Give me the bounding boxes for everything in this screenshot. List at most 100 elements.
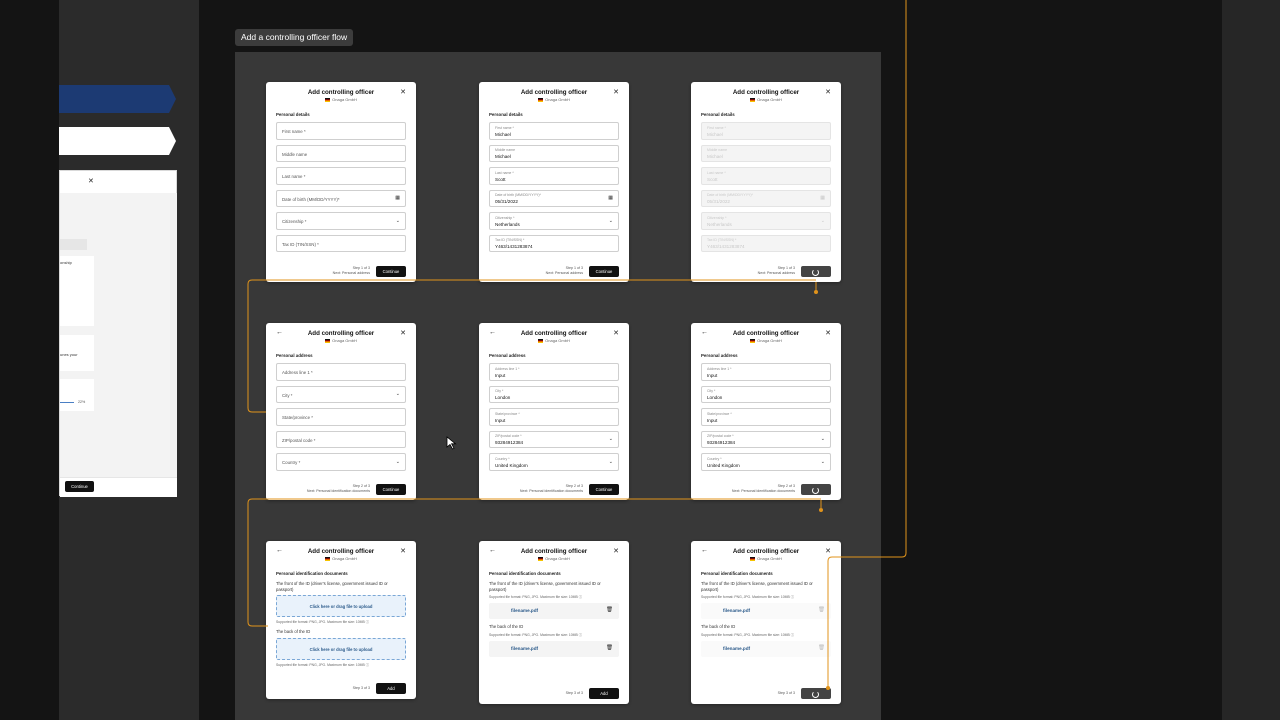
continue-button[interactable]: Continue — [65, 481, 94, 492]
close-icon[interactable]: ✕ — [613, 547, 619, 555]
arrow-left-icon[interactable]: ← — [701, 547, 708, 554]
trash-icon[interactable]: 🗑 — [606, 645, 613, 651]
chevron-down-icon: ⌄ — [608, 458, 613, 465]
state-input[interactable]: State/province * Input — [489, 408, 619, 426]
close-icon[interactable]: ✕ — [613, 88, 619, 96]
arrow-left-icon[interactable]: ← — [489, 547, 496, 554]
state-input[interactable]: State/province * Input — [701, 408, 831, 426]
mouse-cursor-icon — [446, 436, 458, 453]
city-select[interactable]: City * London — [489, 385, 619, 403]
trash-icon: 🗑 — [818, 644, 825, 651]
step-indicator: Step 1 of 3 Next: Personal address — [757, 266, 795, 275]
trash-icon[interactable]: 🗑 — [606, 607, 613, 613]
zip-input[interactable]: ZIP/postal code * — [276, 430, 406, 448]
section-title: Personal details — [276, 112, 310, 117]
address-line-input[interactable]: Address line 1 * — [276, 363, 406, 381]
city-select[interactable]: City * London — [701, 385, 831, 403]
file-name: filename.pdf — [723, 608, 751, 613]
close-icon[interactable]: ✕ — [613, 329, 619, 337]
back-id-label: The back of the ID — [276, 629, 311, 634]
back-id-dropzone[interactable]: Click here or drag file to upload — [276, 637, 406, 660]
file-name[interactable]: filename.pdf — [511, 608, 538, 613]
zip-input[interactable]: ZIP/postal code * 93284912384 ⌄ — [489, 430, 619, 448]
modal-ident-empty: ← Add controlling officer Onaga GmbH ✕ P… — [266, 541, 416, 699]
continue-button[interactable]: Continue — [376, 266, 406, 277]
fragment-text: unes your — [60, 352, 78, 357]
middle-name-input[interactable]: Middle name Michael — [489, 144, 619, 162]
modal-title: Add controlling officer — [520, 548, 588, 555]
modal-footer: Step 3 of 3 — [691, 684, 841, 704]
company-name: Onaga GmbH — [691, 338, 841, 343]
modal-footer: Step 3 of 3 Add — [266, 679, 416, 699]
file-hint: Supported file format: PNG, JPG. Maximum… — [276, 662, 370, 667]
flag-icon — [750, 557, 756, 561]
dob-input[interactable]: Date of birth (MM/DD/YYYY)* 05/31/2022 ▦ — [489, 189, 619, 207]
country-select[interactable]: Country * United Kingdom ⌄ — [489, 453, 619, 471]
modal-footer: Step 3 of 3 Add — [479, 684, 629, 704]
dob-input[interactable]: Date of birth (MM/DD/YYYY)* ▦ — [276, 189, 406, 207]
close-icon[interactable]: ✕ — [825, 329, 831, 337]
continue-button[interactable]: Continue — [589, 266, 619, 277]
file-hint: Supported file format: PNG, JPG. Maximum… — [489, 632, 583, 637]
close-icon[interactable]: ✕ — [88, 177, 94, 185]
flag-icon — [538, 98, 544, 102]
calendar-icon[interactable]: ▦ — [608, 195, 613, 201]
middle-name-input: Middle name Michael — [701, 144, 831, 162]
arrow-left-icon[interactable]: ← — [701, 329, 708, 336]
tax-id-input[interactable]: Tax ID (TIN/SSN) * — [276, 234, 406, 252]
address-line-input[interactable]: Address line 1 * Input — [489, 363, 619, 381]
country-select[interactable]: Country * ⌄ — [276, 453, 406, 471]
calendar-icon[interactable]: ▦ — [395, 195, 400, 201]
last-name-input[interactable]: Last name * Scott — [489, 167, 619, 185]
arrow-left-icon[interactable]: ← — [276, 547, 283, 554]
tax-id-input: Tax ID (TIN/SSN) * Y463/1431283874 — [701, 234, 831, 252]
step-indicator: Step 3 of 3 — [777, 691, 795, 695]
arrow-left-icon[interactable]: ← — [276, 329, 283, 336]
modal-header: ← Add controlling officer Onaga GmbH ✕ — [479, 541, 629, 565]
add-button[interactable]: Add — [589, 688, 619, 699]
continue-button[interactable]: Continue — [589, 484, 619, 495]
step-indicator: Step 1 of 3 Next: Personal address — [545, 266, 583, 275]
front-id-file: filename.pdf 🗑 — [489, 603, 619, 619]
company-name: Onaga GmbH — [266, 338, 416, 343]
step-indicator: Step 2 of 3 Next: Personal identification… — [731, 484, 795, 493]
file-name: filename.pdf — [723, 645, 751, 651]
modal-header: Add controlling officer Onaga GmbH ✕ — [691, 82, 841, 106]
front-id-dropzone[interactable]: Click here or drag file to upload — [276, 595, 406, 617]
close-icon[interactable]: ✕ — [825, 547, 831, 555]
zip-input[interactable]: ZIP/postal code * 93284912384 ⌄ — [701, 430, 831, 448]
modal-header: ← Add controlling officer Onaga GmbH ✕ — [479, 323, 629, 347]
back-id-file: filename.pdf 🗑 — [701, 640, 831, 657]
city-select[interactable]: City * ⌄ — [276, 385, 406, 403]
state-input[interactable]: State/province * — [276, 408, 406, 426]
middle-name-input[interactable]: Middle name — [276, 144, 406, 162]
right-panel — [1222, 0, 1280, 720]
flag-icon — [538, 557, 544, 561]
close-icon[interactable]: ✕ — [825, 88, 831, 96]
flag-icon — [325, 557, 331, 561]
modal-header: ← Add controlling officer Onaga GmbH ✕ — [266, 323, 416, 347]
country-select[interactable]: Country * United Kingdom ⌄ — [701, 453, 831, 471]
last-name-input[interactable]: Last name * — [276, 167, 406, 185]
front-id-label: The front of the ID (driver's license, g… — [489, 581, 601, 592]
continue-button[interactable]: Continue — [376, 484, 406, 495]
stepper-active — [59, 85, 176, 113]
modal-ident-loading: ← Add controlling officer Onaga GmbH ✕ P… — [691, 541, 841, 704]
first-name-input[interactable]: First name * Michael — [489, 122, 619, 140]
front-id-file: filename.pdf 🗑 — [701, 603, 831, 619]
file-name[interactable]: filename.pdf — [511, 646, 538, 651]
front-id-label: The front of the ID (driver's license, g… — [701, 581, 813, 592]
arrow-left-icon[interactable]: ← — [489, 329, 496, 336]
close-icon[interactable]: ✕ — [400, 88, 406, 96]
citizenship-select[interactable]: Citizenship * Netherlands ⌄ — [489, 212, 619, 230]
chevron-down-icon: ⌄ — [395, 217, 400, 224]
close-icon[interactable]: ✕ — [400, 547, 406, 555]
tax-id-input[interactable]: Tax ID (TIN/SSN) * Y463/1431283874 — [489, 234, 619, 252]
citizenship-select[interactable]: Citizenship * ⌄ — [276, 212, 406, 230]
first-name-input[interactable]: First name * — [276, 122, 406, 140]
close-icon[interactable]: ✕ — [400, 329, 406, 337]
address-line-input[interactable]: Address line 1 * Input — [701, 363, 831, 381]
section-title: Personal details — [489, 112, 523, 117]
add-button[interactable]: Add — [376, 683, 406, 694]
modal-footer: Step 1 of 3 Next: Personal address Contin… — [479, 262, 629, 282]
